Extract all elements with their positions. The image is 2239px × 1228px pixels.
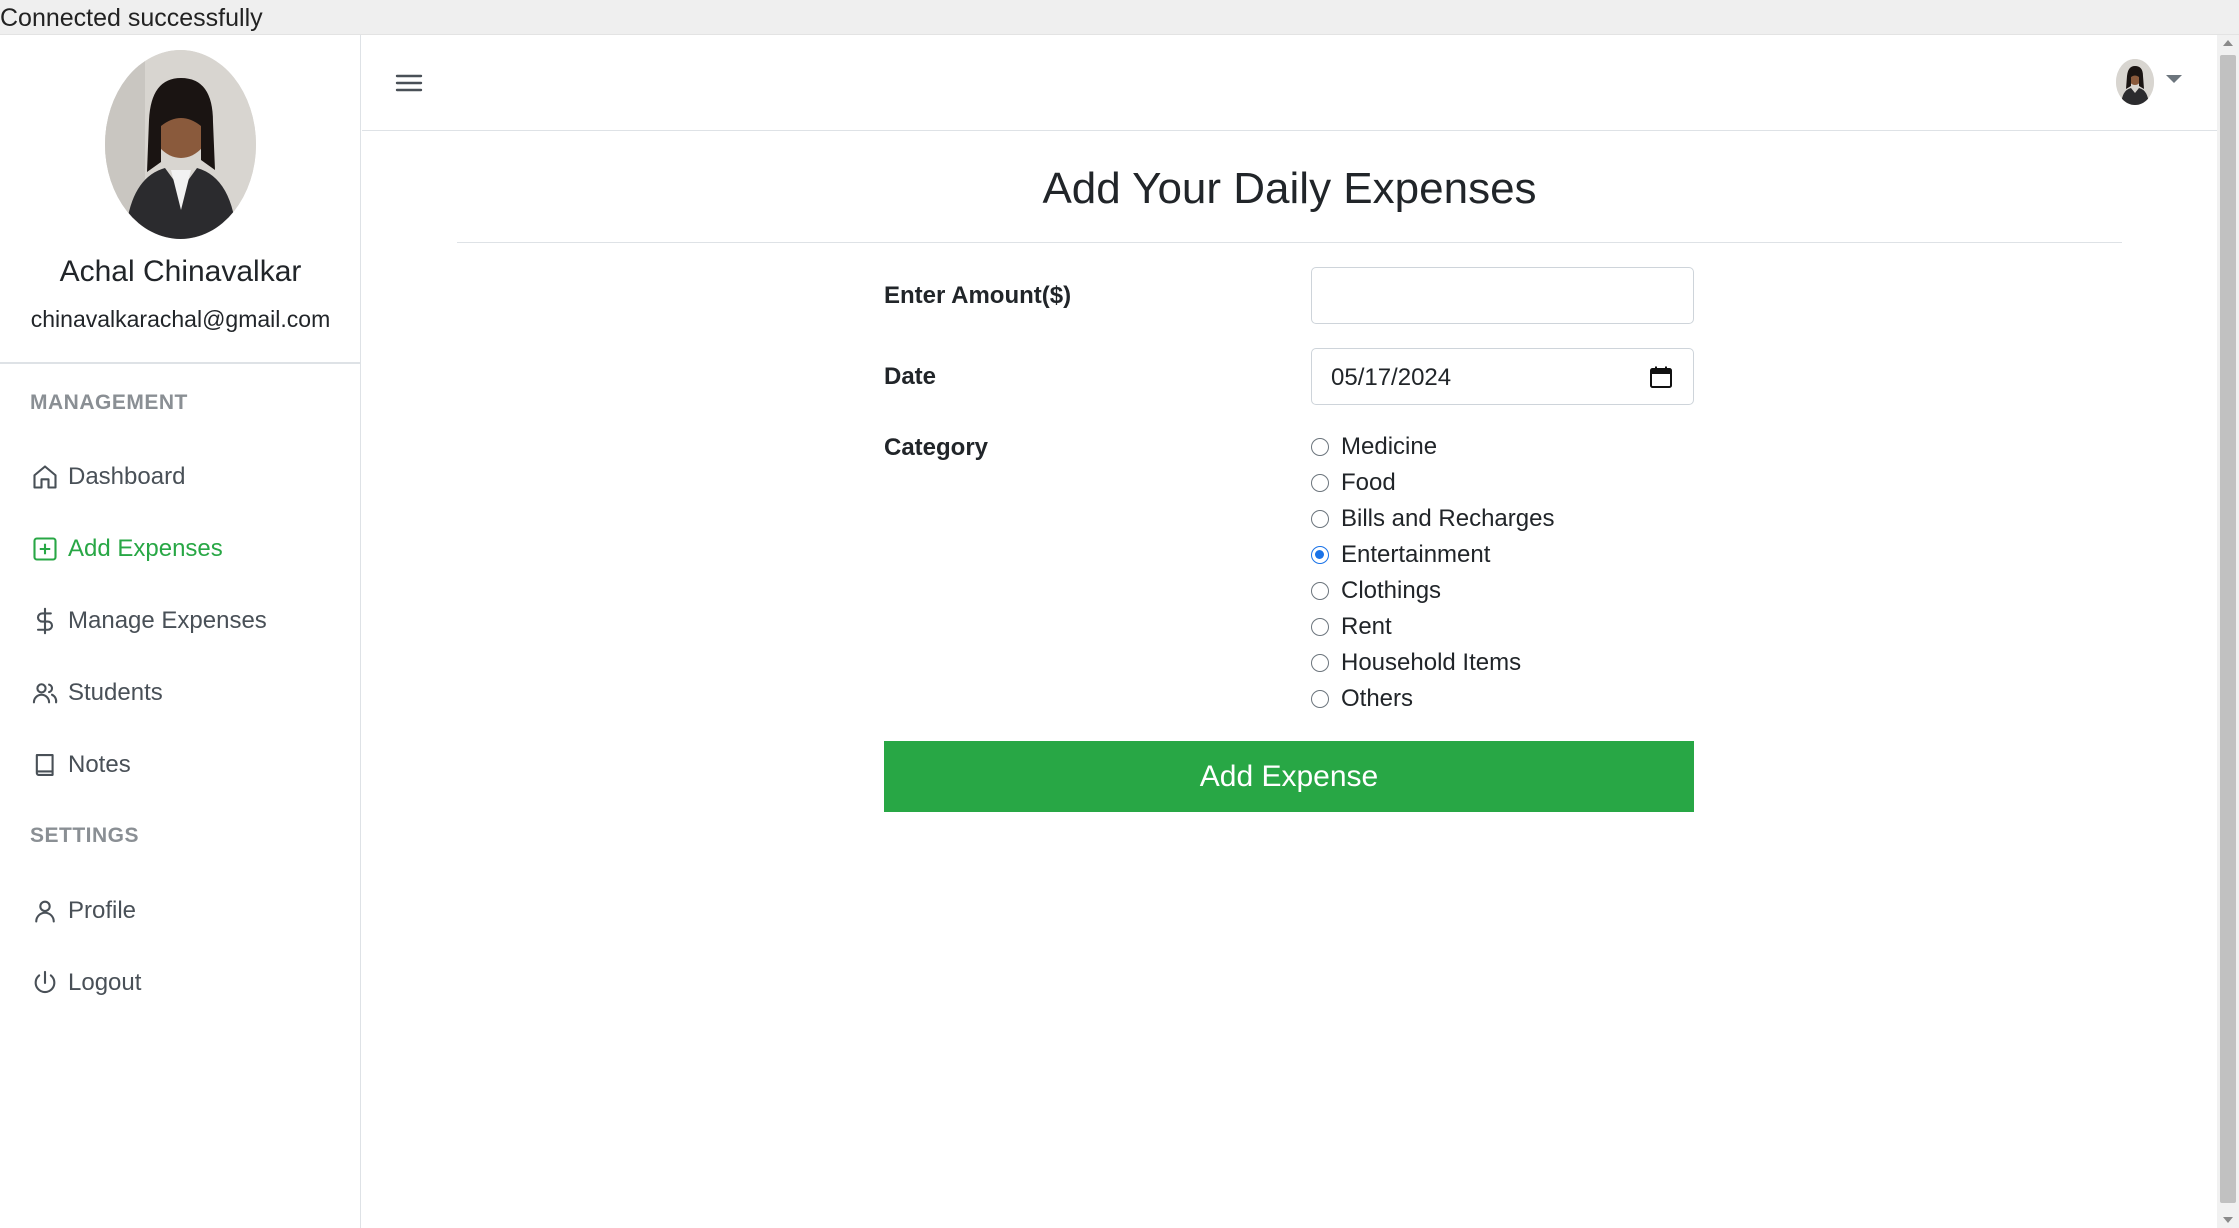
radio-button[interactable] [1311, 582, 1329, 600]
date-value: 05/17/2024 [1331, 364, 1452, 391]
date-label: Date [884, 363, 937, 390]
scroll-down-arrow-icon[interactable] [2223, 1217, 2233, 1223]
radio-option-food[interactable]: Food [1311, 468, 1396, 498]
sidebar-item-label: Notes [68, 751, 131, 778]
connection-status-text: Connected successfully [0, 4, 263, 32]
radio-button[interactable] [1311, 690, 1329, 708]
sidebar-item-students[interactable]: Students [30, 673, 163, 713]
page-title: Add Your Daily Expenses [1042, 164, 1537, 213]
user-name: Achal Chinavalkar [59, 255, 302, 288]
radio-label: Rent [1341, 613, 1392, 640]
add-expense-button[interactable]: Add Expense [884, 741, 1694, 812]
section-heading-settings: SETTINGS [30, 824, 140, 847]
book-icon [30, 750, 60, 780]
sidebar-item-dashboard[interactable]: Dashboard [30, 457, 185, 497]
home-icon [30, 462, 60, 492]
radio-label: Bills and Recharges [1341, 505, 1555, 532]
radio-button[interactable] [1311, 510, 1329, 528]
sidebar-item-label: Profile [68, 897, 137, 924]
sidebar-item-logout[interactable]: Logout [30, 963, 141, 1003]
date-input[interactable]: 05/17/2024 [1311, 348, 1694, 405]
sidebar-item-label: Logout [68, 969, 142, 996]
users-icon [30, 678, 60, 708]
amount-label: Enter Amount($) [884, 282, 1072, 309]
radio-option-entertainment[interactable]: Entertainment [1311, 540, 1490, 570]
category-label: Category [884, 434, 989, 461]
radio-option-bills-and-recharges[interactable]: Bills and Recharges [1311, 504, 1554, 534]
top-navbar [362, 35, 2217, 131]
sidebar-item-label: Dashboard [68, 463, 186, 490]
title-divider [457, 242, 2122, 243]
page-scrollbar[interactable] [2217, 35, 2239, 1228]
user-email: chinavalkarachal@gmail.com [30, 306, 331, 332]
radio-option-rent[interactable]: Rent [1311, 612, 1392, 642]
radio-label: Food [1341, 469, 1396, 496]
sidebar-divider [0, 362, 361, 364]
radio-label: Entertainment [1341, 541, 1491, 568]
radio-label: Others [1341, 685, 1414, 712]
radio-option-medicine[interactable]: Medicine [1311, 432, 1437, 462]
radio-option-clothings[interactable]: Clothings [1311, 576, 1441, 606]
user-avatar[interactable] [2116, 59, 2154, 105]
sidebar-item-label: Manage Expenses [68, 607, 267, 634]
section-heading-management: MANAGEMENT [30, 391, 188, 414]
caret-down-icon[interactable] [2166, 75, 2182, 83]
scroll-up-arrow-icon[interactable] [2223, 40, 2233, 46]
dollar-icon [30, 606, 60, 636]
scrollbar-thumb[interactable] [2220, 55, 2236, 1203]
radio-button[interactable] [1311, 474, 1329, 492]
calendar-icon[interactable] [1649, 365, 1673, 389]
radio-button[interactable] [1311, 618, 1329, 636]
amount-input[interactable] [1311, 267, 1694, 324]
sidebar-item-manage-expenses[interactable]: Manage Expenses [30, 601, 267, 641]
hamburger-icon[interactable] [394, 68, 424, 98]
user-icon [30, 896, 60, 926]
connection-status-bar: Connected successfully [0, 0, 2239, 35]
sidebar-item-add-expenses[interactable]: Add Expenses [30, 529, 223, 569]
sidebar-item-label: Add Expenses [68, 535, 223, 562]
sidebar-item-label: Students [68, 679, 163, 706]
radio-label: Clothings [1341, 577, 1442, 604]
radio-button[interactable] [1311, 654, 1329, 672]
sidebar-item-profile[interactable]: Profile [30, 891, 136, 931]
plus-square-icon [30, 534, 60, 564]
profile-avatar [105, 50, 256, 239]
sidebar-item-notes[interactable]: Notes [30, 745, 131, 785]
radio-label: Household Items [1341, 649, 1522, 676]
power-icon [30, 968, 60, 998]
radio-option-household-items[interactable]: Household Items [1311, 648, 1521, 678]
sidebar: Achal Chinavalkar chinavalkarachal@gmail… [0, 35, 361, 1228]
radio-option-others[interactable]: Others [1311, 684, 1413, 714]
radio-button[interactable] [1311, 438, 1329, 456]
radio-button-checked[interactable] [1311, 546, 1329, 564]
radio-label: Medicine [1341, 433, 1438, 460]
